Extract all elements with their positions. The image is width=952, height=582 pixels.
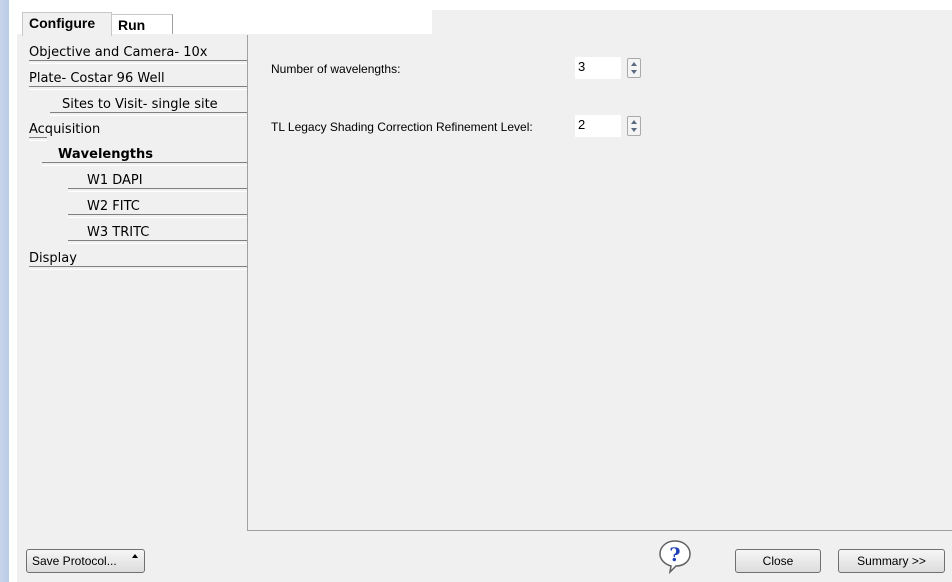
- nav-item-w2-fitc[interactable]: W2 FITC: [68, 198, 247, 218]
- nav-item-acquisition[interactable]: Acquisition: [29, 121, 247, 141]
- save-protocol-label: Save Protocol...: [32, 554, 117, 568]
- content-area: [247, 35, 952, 531]
- nav-item-sites[interactable]: Sites to Visit- single site: [50, 96, 247, 116]
- nav-item-objective-camera[interactable]: Objective and Camera- 10x: [29, 44, 247, 64]
- nav-divider: [29, 86, 247, 90]
- save-protocol-button[interactable]: Save Protocol...: [26, 549, 145, 573]
- nav-item-label: W2 FITC: [87, 199, 140, 214]
- spin-down-icon[interactable]: [631, 128, 637, 132]
- nav-item-label: Acquisition: [29, 122, 101, 137]
- spin-down-icon[interactable]: [631, 70, 637, 74]
- close-button[interactable]: Close: [735, 549, 821, 573]
- nav-item-label: Wavelengths: [58, 147, 153, 162]
- tab-strip: [432, 10, 952, 34]
- spin-up-icon[interactable]: [631, 120, 637, 124]
- dropdown-arrow-icon: [132, 554, 138, 558]
- nav-item-label: Sites to Visit- single site: [62, 97, 218, 112]
- nav-divider: [29, 266, 247, 270]
- shading-level-spinner[interactable]: [627, 116, 641, 136]
- shading-level-label: TL Legacy Shading Correction Refinement …: [271, 120, 533, 134]
- help-question-icon[interactable]: ?: [657, 538, 693, 574]
- nav-item-w1-dapi[interactable]: W1 DAPI: [68, 172, 247, 192]
- nav-item-label: Display: [29, 251, 77, 266]
- nav-item-label: W3 TRITC: [87, 225, 150, 240]
- nav-item-label: Objective and Camera- 10x: [29, 45, 208, 60]
- nav-item-wavelengths[interactable]: Wavelengths: [42, 146, 247, 166]
- tab-configure[interactable]: Configure: [22, 12, 112, 36]
- nav-divider: [29, 137, 47, 141]
- nav-divider: [68, 214, 247, 218]
- nav-item-plate[interactable]: Plate- Costar 96 Well: [29, 70, 247, 90]
- nav-item-w3-tritc[interactable]: W3 TRITC: [68, 224, 247, 244]
- num-wavelengths-spinner[interactable]: [627, 58, 641, 78]
- nav-divider: [50, 112, 247, 116]
- shading-level-input[interactable]: 2: [575, 115, 621, 137]
- nav-divider: [29, 60, 247, 64]
- spin-up-icon[interactable]: [631, 62, 637, 66]
- nav-item-label: W1 DAPI: [87, 173, 143, 188]
- nav-divider: [42, 162, 247, 166]
- nav-divider: [68, 240, 247, 244]
- nav-item-display[interactable]: Display: [29, 250, 247, 270]
- tab-run[interactable]: Run: [111, 14, 173, 34]
- summary-button[interactable]: Summary >>: [838, 549, 945, 573]
- svg-text:?: ?: [669, 544, 680, 566]
- window-left-border: [0, 0, 9, 582]
- num-wavelengths-input[interactable]: 3: [575, 57, 621, 79]
- nav-divider: [68, 188, 247, 192]
- nav-item-label: Plate- Costar 96 Well: [29, 71, 165, 86]
- num-wavelengths-label: Number of wavelengths:: [271, 62, 401, 76]
